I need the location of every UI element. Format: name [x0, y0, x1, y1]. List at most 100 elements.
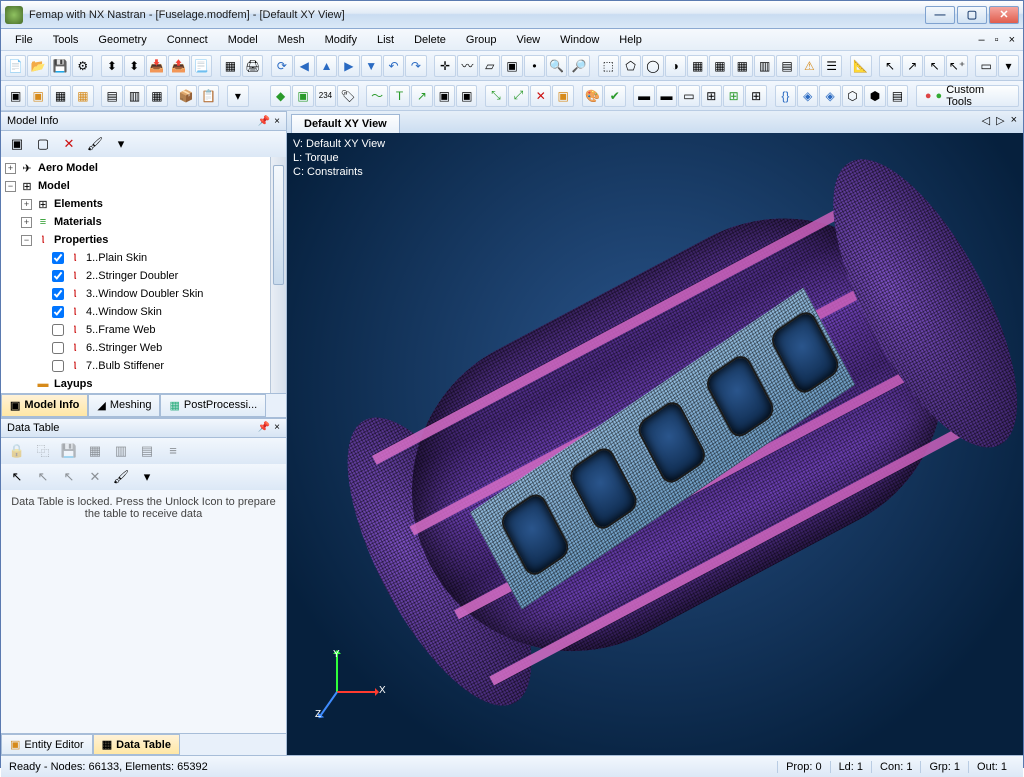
tile-v-icon[interactable]: ▥ — [124, 85, 145, 107]
close-button[interactable]: ✕ — [989, 6, 1019, 24]
highlight-icon[interactable]: ▦ — [732, 55, 753, 77]
dd2-icon[interactable]: ▾ — [135, 466, 159, 488]
refresh-icon[interactable]: ⟳ — [271, 55, 292, 77]
add-col-icon[interactable]: ▥ — [109, 440, 133, 462]
view-next-icon[interactable]: ▷ — [996, 114, 1004, 127]
tree-paint-icon[interactable]: 🖌 — [83, 133, 107, 155]
axis3-icon[interactable]: ✕ — [530, 85, 551, 107]
prop-checkbox[interactable] — [52, 342, 64, 354]
tab-model-info[interactable]: ▣Model Info — [1, 394, 88, 417]
crosshair-icon[interactable]: ✛ — [434, 55, 455, 77]
brace2-icon[interactable]: ◈ — [797, 85, 818, 107]
save-table-icon[interactable]: 💾 — [57, 440, 81, 462]
pin-icon[interactable]: 📌 — [258, 422, 270, 433]
tool2-icon[interactable]: ↖ — [31, 466, 55, 488]
expander-icon[interactable]: + — [21, 217, 32, 228]
menu-tools[interactable]: Tools — [45, 32, 87, 48]
pin-icon[interactable]: 📌 — [258, 116, 270, 127]
mdi-close-icon[interactable]: × — [1005, 34, 1019, 46]
nav-down-icon[interactable]: ▼ — [361, 55, 382, 77]
tab-postprocessing[interactable]: ▦PostProcessi... — [160, 394, 266, 417]
tree-layups[interactable]: Layups — [54, 378, 93, 390]
tile-h-icon[interactable]: ▤ — [101, 85, 122, 107]
nav-right-icon[interactable]: ▶ — [338, 55, 359, 77]
import-icon[interactable]: ⬍ — [101, 55, 122, 77]
select-lasso-icon[interactable]: ◑ — [665, 55, 686, 77]
custom-tools-button[interactable]: ●●Custom Tools — [916, 85, 1019, 107]
tree-model[interactable]: Model — [38, 180, 70, 192]
menu-view[interactable]: View — [508, 32, 548, 48]
chevron-down-icon[interactable]: ▾ — [227, 85, 248, 107]
quad2-icon[interactable]: ⊞ — [723, 85, 744, 107]
menu-modify[interactable]: Modify — [317, 32, 365, 48]
viewport-canvas[interactable]: V: Default XY View L: Torque C: Constrai… — [287, 133, 1023, 755]
tab-meshing[interactable]: ◢Meshing — [88, 394, 160, 417]
tree-prop-5[interactable]: 5..Frame Web — [86, 324, 156, 336]
pointer4-icon[interactable]: ↖⁺ — [946, 55, 967, 77]
save-icon[interactable]: 💾 — [50, 55, 71, 77]
menu-window[interactable]: Window — [552, 32, 607, 48]
beam3-icon[interactable]: ▭ — [678, 85, 699, 107]
menu-list[interactable]: List — [369, 32, 402, 48]
tree-scrollbar[interactable] — [270, 157, 286, 393]
tool4-icon[interactable]: ✕ — [83, 466, 107, 488]
node-pick-icon[interactable]: • — [524, 55, 545, 77]
beam2-icon[interactable]: ▬ — [656, 85, 677, 107]
paint-icon[interactable]: 🎨 — [582, 85, 603, 107]
tree-prop-1[interactable]: 1..Plain Skin — [86, 252, 147, 264]
redo-icon[interactable]: ↷ — [405, 55, 426, 77]
report-icon[interactable]: ☰ — [821, 55, 842, 77]
print-icon[interactable]: 🖨 — [242, 55, 263, 77]
mdi-restore-icon[interactable]: ▫ — [991, 34, 1003, 46]
maximize-button[interactable]: ▢ — [957, 6, 987, 24]
menu-help[interactable]: Help — [611, 32, 650, 48]
expander-icon[interactable]: − — [21, 235, 32, 246]
shape1-icon[interactable]: ⬡ — [842, 85, 863, 107]
cursor-tool-icon[interactable]: ↖ — [5, 466, 29, 488]
doc-out-icon[interactable]: 📤 — [168, 55, 189, 77]
prop-checkbox[interactable] — [52, 252, 64, 264]
beam1-icon[interactable]: ▬ — [633, 85, 654, 107]
panel-close-icon[interactable]: × — [274, 116, 280, 127]
pointer3-icon[interactable]: ↖ — [924, 55, 945, 77]
prop-checkbox[interactable] — [52, 324, 64, 336]
tree-collapse-icon[interactable]: ▣ — [5, 133, 29, 155]
tree-elements[interactable]: Elements — [54, 198, 103, 210]
tree-properties[interactable]: Properties — [54, 234, 108, 246]
mesh-elem-icon[interactable]: ▣ — [292, 85, 313, 107]
obj1-icon[interactable]: ▣ — [434, 85, 455, 107]
prop-checkbox[interactable] — [52, 288, 64, 300]
tree-prop-2[interactable]: 2..Stringer Doubler — [86, 270, 178, 282]
axis2-icon[interactable]: ⤢ — [508, 85, 529, 107]
view-tab-default-xy[interactable]: Default XY View — [291, 114, 400, 133]
tree-prop-6[interactable]: 6..Stringer Web — [86, 342, 162, 354]
view-4-icon[interactable]: ▦ — [72, 85, 93, 107]
cube-icon[interactable]: ▣ — [552, 85, 573, 107]
window-split-icon[interactable]: ▭ — [975, 55, 996, 77]
menu-connect[interactable]: Connect — [159, 32, 216, 48]
spline-icon[interactable]: 〜 — [366, 85, 387, 107]
view-3-icon[interactable]: ▦ — [50, 85, 71, 107]
snap-icon[interactable]: ▦ — [709, 55, 730, 77]
view-1-icon[interactable]: ▣ — [5, 85, 26, 107]
brace1-icon[interactable]: {} — [775, 85, 796, 107]
measure-icon[interactable]: 📐 — [850, 55, 871, 77]
doc-in-icon[interactable]: 📥 — [146, 55, 167, 77]
mesh-node-icon[interactable]: ◆ — [270, 85, 291, 107]
cursor-icon[interactable]: ↖ — [879, 55, 900, 77]
brush-icon[interactable]: 🖌 — [109, 466, 133, 488]
tree-materials[interactable]: Materials — [54, 216, 102, 228]
expander-icon[interactable]: + — [5, 163, 16, 174]
dropdown-icon[interactable]: ▾ — [998, 55, 1019, 77]
menu-delete[interactable]: Delete — [406, 32, 454, 48]
arrow-icon[interactable]: ↗ — [411, 85, 432, 107]
new-file-icon[interactable]: 📄 — [5, 55, 26, 77]
box-icon[interactable]: 📦 — [176, 85, 197, 107]
cascade-icon[interactable]: ▦ — [220, 55, 241, 77]
page-icon[interactable]: 📃 — [191, 55, 212, 77]
shape2-icon[interactable]: ⬢ — [864, 85, 885, 107]
nav-left-icon[interactable]: ◀ — [294, 55, 315, 77]
unlock-icon[interactable]: 🔒 — [5, 440, 29, 462]
del-col-icon[interactable]: ▤ — [135, 440, 159, 462]
grid-icon[interactable]: ▦ — [687, 55, 708, 77]
